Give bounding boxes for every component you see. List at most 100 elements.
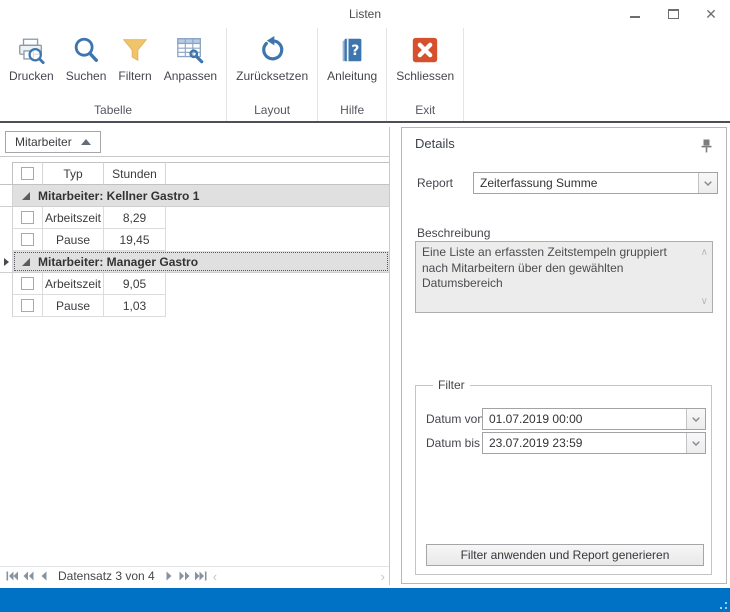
- row-indicator: [0, 207, 13, 229]
- column-header-typ[interactable]: Typ: [43, 162, 104, 185]
- prev-page-button[interactable]: [20, 569, 36, 584]
- first-record-button[interactable]: [4, 569, 20, 584]
- drucken-label: Drucken: [9, 69, 54, 83]
- ribbon-group-tabelle: Drucken Suchen Filtern: [0, 28, 227, 121]
- cell-stunden: 1,03: [104, 295, 166, 317]
- printer-search-icon: [15, 34, 47, 66]
- next-record-icon: [166, 571, 172, 581]
- datum-bis-input[interactable]: 23.07.2019 23:59: [482, 432, 706, 454]
- search-icon: [70, 34, 102, 66]
- report-select[interactable]: Zeiterfassung Summe: [473, 172, 718, 194]
- table-row[interactable]: Pause 19,45: [0, 229, 389, 251]
- details-panel: Details Report Zeiterfassung Summe Besch…: [401, 127, 727, 584]
- collapse-group-icon[interactable]: [22, 258, 30, 266]
- ribbon-group-label-layout: Layout: [230, 102, 314, 121]
- table-wrench-icon: [174, 34, 206, 66]
- close-icon: ✕: [705, 6, 717, 23]
- next-record-button[interactable]: [161, 569, 177, 584]
- report-selected-value: Zeiterfassung Summe: [474, 176, 698, 190]
- next-page-icon: [179, 571, 190, 581]
- datum-von-label: Datum von: [426, 412, 484, 426]
- select-all-checkbox[interactable]: [21, 167, 34, 180]
- scroll-right-icon[interactable]: ›: [381, 569, 385, 584]
- report-dropdown-button[interactable]: [698, 173, 717, 193]
- data-grid: Typ Stunden Mitarbeiter: Kellner Gastro …: [0, 162, 389, 317]
- group-row-manager-focused[interactable]: Mitarbeiter: Manager Gastro: [0, 251, 389, 273]
- close-button[interactable]: ✕: [700, 4, 722, 24]
- anpassen-button[interactable]: Anpassen: [158, 31, 223, 85]
- last-record-icon: [195, 571, 207, 581]
- pin-panel-button[interactable]: [698, 138, 714, 154]
- row-select-cell[interactable]: [13, 229, 43, 251]
- table-row[interactable]: Pause 1,03: [0, 295, 389, 317]
- cell-stunden: 8,29: [104, 207, 166, 229]
- grid-panel: Mitarbeiter Typ Stunden Mitarbeiter: Kel…: [0, 127, 390, 585]
- column-header-stunden[interactable]: Stunden: [104, 162, 166, 185]
- prev-record-button[interactable]: [36, 569, 52, 584]
- group-row-label: Mitarbeiter: Kellner Gastro 1: [38, 189, 199, 203]
- filter-groupbox: Filter Datum von 01.07.2019 00:00 Datum …: [415, 385, 712, 575]
- row-checkbox[interactable]: [21, 299, 34, 312]
- ribbon-group-label-tabelle: Tabelle: [3, 102, 223, 121]
- table-row[interactable]: Arbeitszeit 8,29: [0, 207, 389, 229]
- resize-grip-icon[interactable]: [718, 600, 727, 609]
- ribbon: Drucken Suchen Filtern: [0, 28, 730, 123]
- scroll-up-icon[interactable]: ∧: [701, 246, 708, 259]
- table-row[interactable]: Arbeitszeit 9,05: [0, 273, 389, 295]
- collapse-group-icon[interactable]: [22, 192, 30, 200]
- row-indicator: [0, 229, 13, 251]
- filtern-button[interactable]: Filtern: [112, 31, 157, 85]
- group-row-kellner[interactable]: Mitarbeiter: Kellner Gastro 1: [0, 185, 389, 207]
- datum-von-input[interactable]: 01.07.2019 00:00: [482, 408, 706, 430]
- close-x-icon: [409, 34, 441, 66]
- suchen-button[interactable]: Suchen: [60, 31, 113, 85]
- group-by-mitarbeiter-button[interactable]: Mitarbeiter: [5, 131, 101, 153]
- maximize-button[interactable]: [662, 4, 684, 24]
- ribbon-group-label-hilfe: Hilfe: [321, 102, 383, 121]
- prev-page-icon: [23, 571, 34, 581]
- drucken-button[interactable]: Drucken: [3, 31, 60, 85]
- row-select-cell[interactable]: [13, 207, 43, 229]
- minimize-button[interactable]: [624, 4, 646, 24]
- schliessen-label: Schliessen: [396, 69, 454, 83]
- scroll-down-icon[interactable]: ∨: [701, 295, 708, 308]
- ribbon-group-hilfe: ? Anleitung Hilfe: [318, 28, 387, 121]
- row-select-cell[interactable]: [13, 295, 43, 317]
- suchen-label: Suchen: [66, 69, 107, 83]
- record-count-label: Datensatz 3 von 4: [58, 569, 155, 583]
- first-record-icon: [6, 571, 18, 581]
- datum-von-dropdown-button[interactable]: [686, 409, 705, 429]
- row-checkbox[interactable]: [21, 277, 34, 290]
- schliessen-button[interactable]: Schliessen: [390, 31, 460, 85]
- anpassen-label: Anpassen: [164, 69, 217, 83]
- cell-typ: Arbeitszeit: [43, 207, 104, 229]
- row-indicator: [0, 295, 13, 317]
- scroll-left-icon[interactable]: ‹: [213, 569, 217, 584]
- filtern-label: Filtern: [118, 69, 151, 83]
- zuruecksetzen-button[interactable]: Zurücksetzen: [230, 31, 314, 85]
- beschreibung-label: Beschreibung: [417, 226, 490, 240]
- maximize-icon: [668, 9, 679, 19]
- ribbon-group-layout: Zurücksetzen Layout: [227, 28, 318, 121]
- window-controls: ✕: [624, 0, 722, 28]
- last-record-button[interactable]: [193, 569, 209, 584]
- group-row-label: Mitarbeiter: Manager Gastro: [38, 255, 198, 269]
- next-page-button[interactable]: [177, 569, 193, 584]
- row-indicator-header: [0, 162, 13, 185]
- current-row-indicator: [0, 251, 13, 272]
- select-all-header[interactable]: [13, 162, 43, 185]
- datum-bis-dropdown-button[interactable]: [686, 433, 705, 453]
- beschreibung-textbox[interactable]: Eine Liste an erfassten Zeitstempeln gru…: [415, 241, 713, 313]
- row-checkbox[interactable]: [21, 211, 34, 224]
- row-select-cell[interactable]: [13, 273, 43, 295]
- anleitung-button[interactable]: ? Anleitung: [321, 31, 383, 85]
- row-checkbox[interactable]: [21, 233, 34, 246]
- datum-bis-value: 23.07.2019 23:59: [483, 436, 686, 450]
- apply-filter-button[interactable]: Filter anwenden und Report generieren: [426, 544, 704, 566]
- report-label: Report: [417, 176, 453, 190]
- horizontal-scrollbar[interactable]: ‹ ›: [209, 569, 389, 584]
- chevron-down-icon: [692, 441, 700, 446]
- prev-record-icon: [41, 571, 47, 581]
- reset-icon: [256, 34, 288, 66]
- current-row-arrow-icon: [4, 258, 9, 266]
